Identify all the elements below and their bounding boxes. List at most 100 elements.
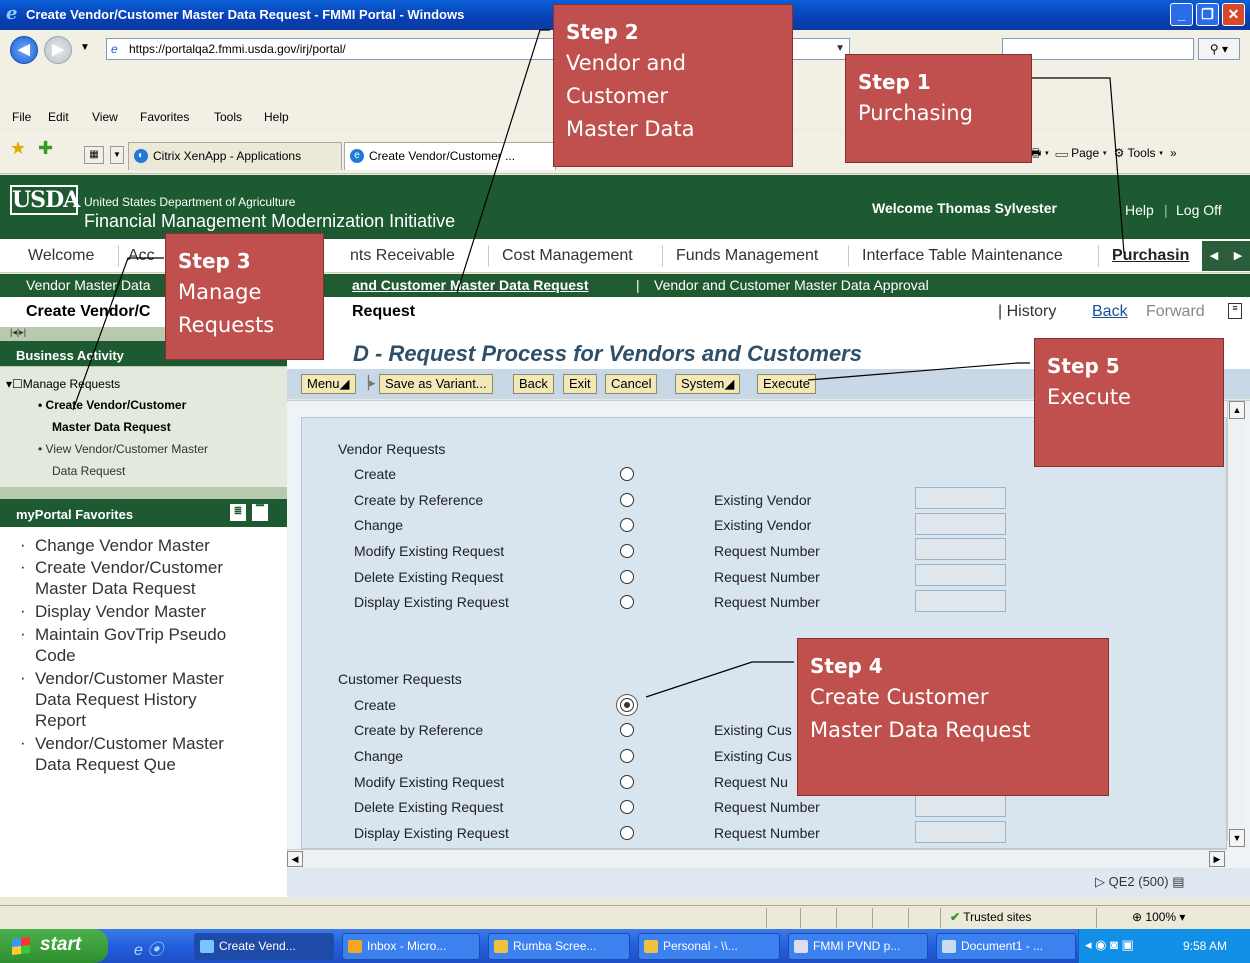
customer-create-radio[interactable] <box>620 698 634 712</box>
page-options-icon[interactable]: ≡ <box>1228 303 1242 319</box>
system-button[interactable]: System◢ <box>675 374 741 394</box>
fav-create-vendor-customer[interactable]: Create Vendor/Customer <box>35 557 223 578</box>
menu-file[interactable]: File <box>12 110 31 124</box>
task-fmmi[interactable]: FMMI PVND p... <box>788 933 928 960</box>
help-link[interactable]: Help <box>1125 202 1154 218</box>
tab-create-vendor[interactable]: e Create Vendor/Customer ... <box>344 142 556 170</box>
minimize-button[interactable]: _ <box>1170 3 1193 26</box>
favorites-menu-icon[interactable]: ≣ <box>230 504 246 521</box>
fav-change-vendor-master[interactable]: Change Vendor Master <box>35 535 210 556</box>
back-link[interactable]: Back <box>1092 303 1128 321</box>
tools-menu[interactable]: ⚙ Tools ▾ <box>1114 146 1164 160</box>
nav-interface-table-maintenance[interactable]: Interface Table Maintenance <box>862 247 1063 265</box>
execute-button[interactable]: Execute <box>757 374 816 394</box>
vendor-delete-request-field[interactable] <box>915 564 1006 586</box>
vendor-modify-radio[interactable] <box>620 544 634 558</box>
forward-arrow-icon[interactable]: ▶ <box>44 36 72 64</box>
vendor-delete-radio[interactable] <box>620 570 634 584</box>
zoom-level[interactable]: ⊕ 100% ▾ <box>1132 910 1185 924</box>
tab-citrix[interactable]: ◐ Citrix XenApp - Applications <box>128 142 342 170</box>
close-button[interactable]: ✕ <box>1222 3 1245 26</box>
history-dropdown-icon[interactable]: ▼ <box>80 42 90 53</box>
maximize-button[interactable]: ❐ <box>1196 3 1219 26</box>
favorites-collapse-icon[interactable]: ▔ <box>252 504 268 521</box>
nav-cost-management[interactable]: Cost Management <box>502 247 633 265</box>
vendor-create-radio[interactable] <box>620 467 634 481</box>
task-create-vendor[interactable]: Create Vend... <box>194 933 334 960</box>
fav-display-vendor-master[interactable]: Display Vendor Master <box>35 601 206 622</box>
nav-accounts-receivable[interactable]: nts Receivable <box>350 247 455 265</box>
customer-modify-radio[interactable] <box>620 775 634 789</box>
task-personal[interactable]: Personal - \\... <box>638 933 780 960</box>
menu-edit[interactable]: Edit <box>48 110 69 124</box>
history-link[interactable]: | History <box>998 303 1056 321</box>
scroll-right-icon[interactable]: ▶ <box>1209 851 1225 867</box>
menu-tools[interactable]: Tools <box>214 110 242 124</box>
add-favorite-icon[interactable]: ✚ <box>38 138 53 159</box>
manage-requests-node[interactable]: ▾☐ Manage Requests <box>6 377 120 391</box>
customer-display-radio[interactable] <box>620 826 634 840</box>
vendor-change-radio[interactable] <box>620 518 634 532</box>
vendor-create-ref-radio[interactable] <box>620 493 634 507</box>
menu-button[interactable]: Menu◢ <box>301 374 356 394</box>
menu-view[interactable]: View <box>92 110 118 124</box>
cancel-button[interactable]: Cancel <box>605 374 658 394</box>
save-as-variant-button[interactable]: Save as Variant... <box>379 374 493 394</box>
address-dropdown-icon[interactable]: ▼ <box>835 39 845 59</box>
exit-button[interactable]: Exit <box>563 374 597 394</box>
tray-icons[interactable]: ◂ ◉ ◙ ▣ <box>1085 937 1134 953</box>
tab-list-icon[interactable]: ▼ <box>110 146 124 164</box>
scroll-down-icon[interactable]: ▼ <box>1229 829 1245 847</box>
back-button[interactable]: Back <box>513 374 554 394</box>
nav-funds-management[interactable]: Funds Management <box>676 247 818 265</box>
menu-favorites[interactable]: Favorites <box>140 110 189 124</box>
favorites-star-icon[interactable]: ★ <box>10 138 26 159</box>
nav-purchasing[interactable]: Purchasin <box>1112 247 1189 265</box>
window-title: Create Vendor/Customer Master Data Reque… <box>26 7 465 22</box>
fav-maintain-govtrip[interactable]: Maintain GovTrip Pseudo <box>35 624 226 645</box>
back-arrow-icon[interactable]: ◀ <box>10 36 38 64</box>
fav-request-queue[interactable]: Vendor/Customer Master <box>35 733 224 754</box>
clock: 9:58 AM <box>1183 939 1228 953</box>
task-rumba[interactable]: Rumba Scree... <box>488 933 630 960</box>
horizontal-scrollbar[interactable]: ◀ ▶ <box>287 849 1227 867</box>
subnav-vendor-master-data[interactable]: Vendor Master Data <box>26 277 151 293</box>
task-document1[interactable]: Document1 - ... <box>936 933 1076 960</box>
scroll-left-icon[interactable]: ◀ <box>287 851 303 867</box>
department-name: United States Department of Agriculture <box>84 195 296 209</box>
customer-delete-request-field[interactable] <box>915 795 1006 817</box>
subnav-vendor-customer-approval[interactable]: Vendor and Customer Master Data Approval <box>654 277 929 293</box>
customer-delete-radio[interactable] <box>620 800 634 814</box>
vendor-display-radio[interactable] <box>620 595 634 609</box>
customer-create-ref-radio[interactable] <box>620 723 634 737</box>
nav-welcome[interactable]: Welcome <box>28 247 94 265</box>
vertical-scrollbar[interactable]: ▲ ▼ <box>1227 401 1245 847</box>
print-icon[interactable]: 🖶 ▾ <box>1030 146 1049 160</box>
nav-view-request[interactable]: • View Vendor/Customer Master <box>38 442 208 456</box>
vendor-display-request-field[interactable] <box>915 590 1006 612</box>
search-button[interactable]: ⚲ ▾ <box>1198 38 1240 60</box>
page-menu[interactable]: ▭ Page ▾ <box>1056 146 1107 160</box>
search-icon: ⚲ <box>1209 42 1219 56</box>
start-button[interactable]: start <box>0 929 108 963</box>
quick-tabs-icon[interactable]: ▦ <box>84 146 104 164</box>
logoff-link[interactable]: Log Off <box>1176 202 1222 218</box>
customer-change-radio[interactable] <box>620 749 634 763</box>
nav-create-request[interactable]: • Create Vendor/Customer <box>38 398 186 412</box>
task-inbox[interactable]: Inbox - Micro... <box>342 933 480 960</box>
nav-next-arrow-icon[interactable]: ▶ <box>1226 241 1250 271</box>
fav-request-history[interactable]: Vendor/Customer Master <box>35 668 224 689</box>
customer-display-request-field[interactable] <box>915 821 1006 843</box>
existing-vendor-field[interactable] <box>915 487 1006 509</box>
forward-link[interactable]: Forward <box>1146 303 1205 321</box>
collapse-icon[interactable]: |◂|▸| <box>10 327 26 338</box>
nav-accounting[interactable]: Acc <box>128 247 155 265</box>
quick-launch-ie-icon[interactable]: e ⦿ <box>134 936 163 960</box>
nav-prev-arrow-icon[interactable]: ◀ <box>1202 241 1226 271</box>
vendor-delete-label: Delete Existing Request <box>354 569 504 585</box>
menu-help[interactable]: Help <box>264 110 289 124</box>
scroll-up-icon[interactable]: ▲ <box>1229 401 1245 419</box>
subnav-vendor-customer-request[interactable]: and Customer Master Data Request <box>352 277 589 293</box>
vendor-modify-request-field[interactable] <box>915 538 1006 560</box>
existing-vendor-change-field[interactable] <box>915 513 1006 535</box>
